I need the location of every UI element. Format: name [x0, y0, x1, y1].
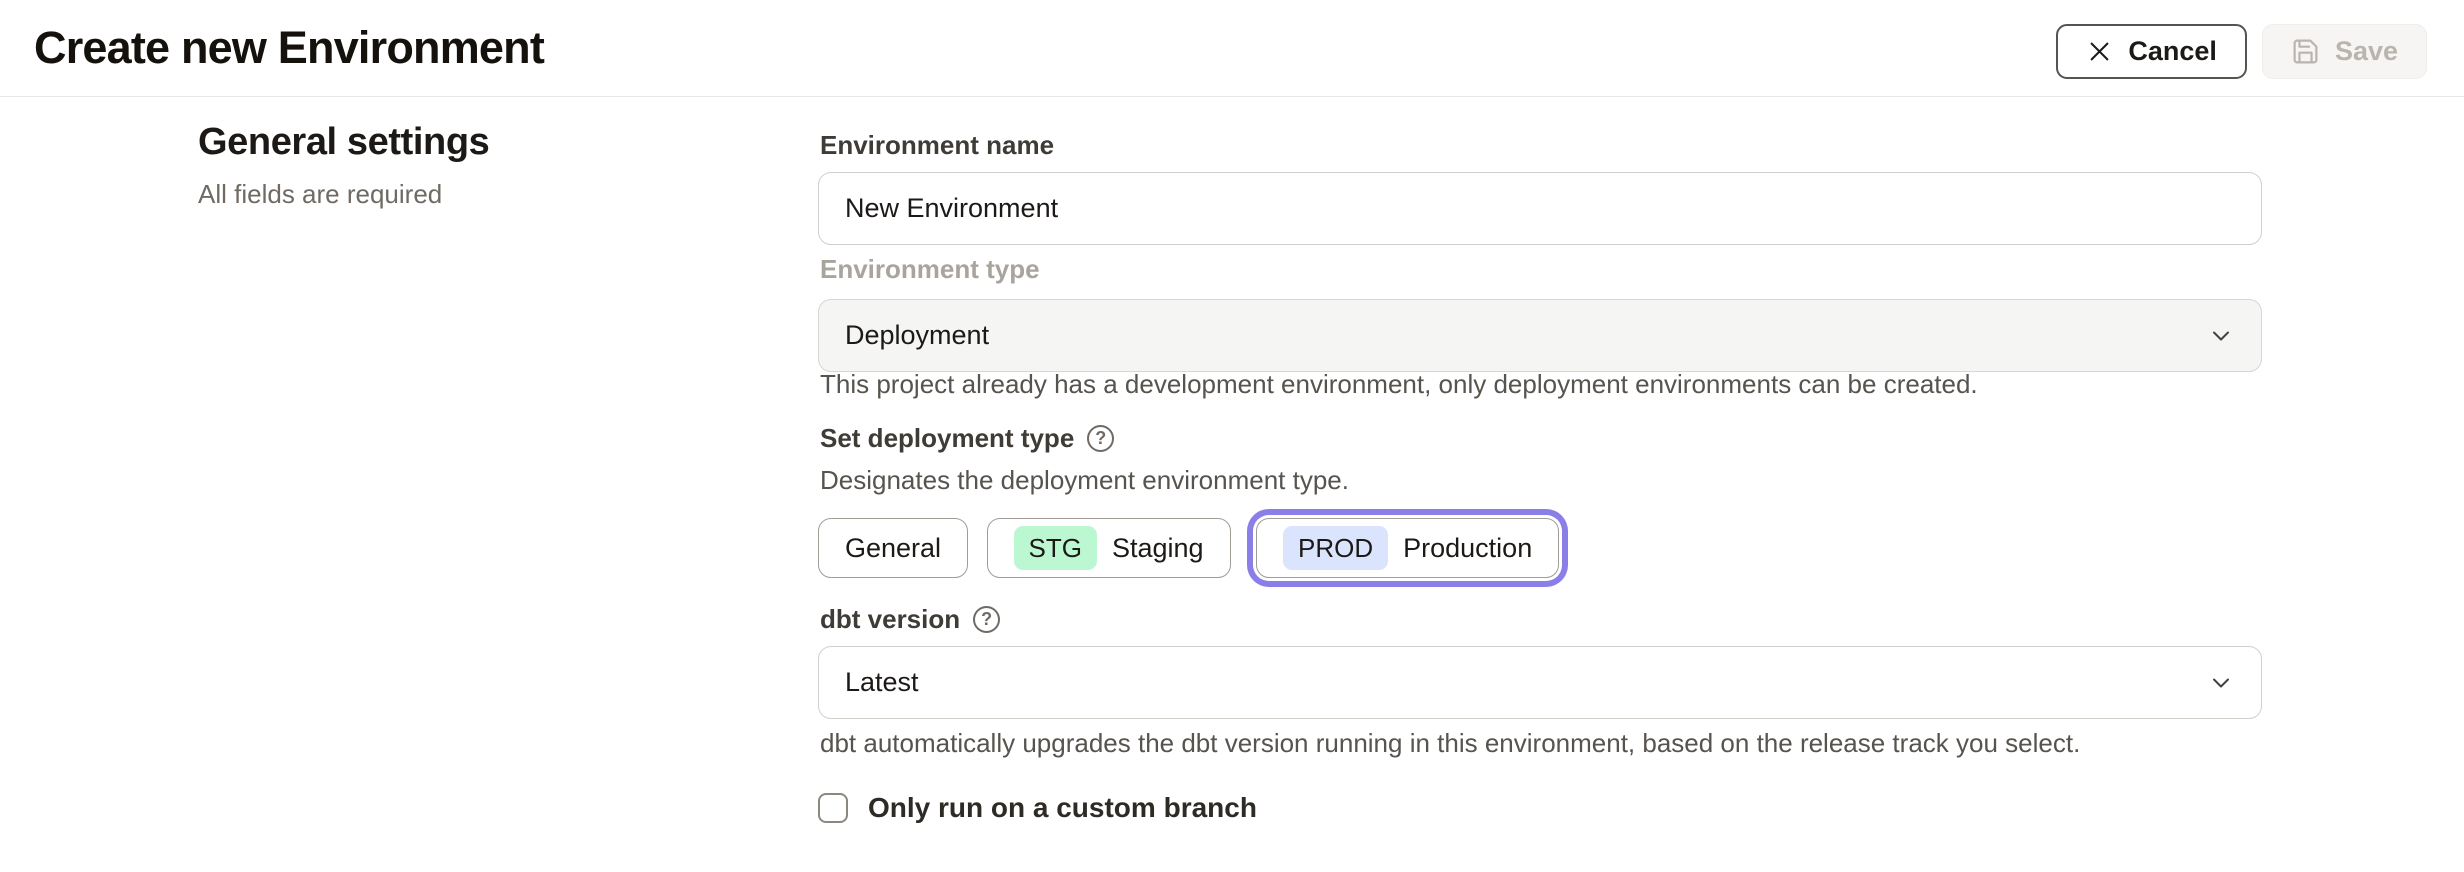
section-title: General settings	[198, 121, 758, 164]
deployment-type-options: General STG Staging PROD Production	[818, 518, 2262, 578]
environment-type-select: Deployment	[818, 299, 2262, 372]
cancel-button[interactable]: Cancel	[2056, 24, 2247, 79]
stg-badge: STG	[1014, 526, 1097, 570]
header-actions: Cancel Save	[2056, 24, 2427, 79]
question-mark-circle-icon[interactable]	[973, 606, 1000, 633]
custom-branch-label: Only run on a custom branch	[868, 792, 1257, 824]
deployment-type-helper: Designates the deployment environment ty…	[820, 465, 1349, 495]
x-icon	[2086, 38, 2113, 65]
page-title: Create new Environment	[34, 22, 544, 74]
dbt-version-label: dbt version	[820, 603, 1000, 635]
deployment-type-option-general[interactable]: General	[818, 518, 968, 578]
custom-branch-row: Only run on a custom branch	[818, 792, 1257, 824]
chevron-down-icon	[2207, 322, 2235, 350]
deployment-type-label-text: Set deployment type	[820, 422, 1074, 454]
dbt-version-label-text: dbt version	[820, 603, 960, 635]
deployment-type-option-staging[interactable]: STG Staging	[987, 518, 1231, 578]
environment-type-value: Deployment	[845, 320, 989, 351]
save-button-label: Save	[2335, 36, 2398, 67]
dbt-version-helper: dbt automatically upgrades the dbt versi…	[820, 728, 2080, 758]
dbt-version-select[interactable]: Latest	[818, 646, 2262, 719]
floppy-disk-icon	[2291, 37, 2320, 66]
environment-name-label: Environment name	[820, 129, 1054, 161]
deployment-type-option-label: General	[845, 533, 941, 564]
deployment-type-option-label: Staging	[1112, 533, 1204, 564]
deployment-type-label: Set deployment type	[820, 422, 1114, 454]
chevron-down-icon	[2207, 669, 2235, 697]
prod-badge: PROD	[1283, 526, 1388, 570]
cancel-button-label: Cancel	[2128, 36, 2217, 67]
save-button[interactable]: Save	[2262, 24, 2427, 79]
custom-branch-checkbox[interactable]	[818, 793, 848, 823]
environment-type-label: Environment type	[820, 253, 1040, 285]
section-subtitle: All fields are required	[198, 179, 758, 210]
dbt-version-value: Latest	[845, 667, 919, 698]
deployment-type-option-production[interactable]: PROD Production	[1256, 518, 1559, 578]
page-header: Create new Environment Cancel	[0, 0, 2464, 97]
environment-name-value: New Environment	[845, 193, 1058, 224]
create-environment-page: Create new Environment Cancel	[0, 0, 2464, 872]
deployment-type-option-label: Production	[1403, 533, 1532, 564]
question-mark-circle-icon[interactable]	[1087, 425, 1114, 452]
environment-type-helper: This project already has a development e…	[820, 369, 1978, 399]
general-settings-section-header: General settings All fields are required	[198, 121, 758, 210]
environment-name-input[interactable]: New Environment	[818, 172, 2262, 245]
environment-form: Environment name New Environment Environ…	[818, 97, 2262, 872]
